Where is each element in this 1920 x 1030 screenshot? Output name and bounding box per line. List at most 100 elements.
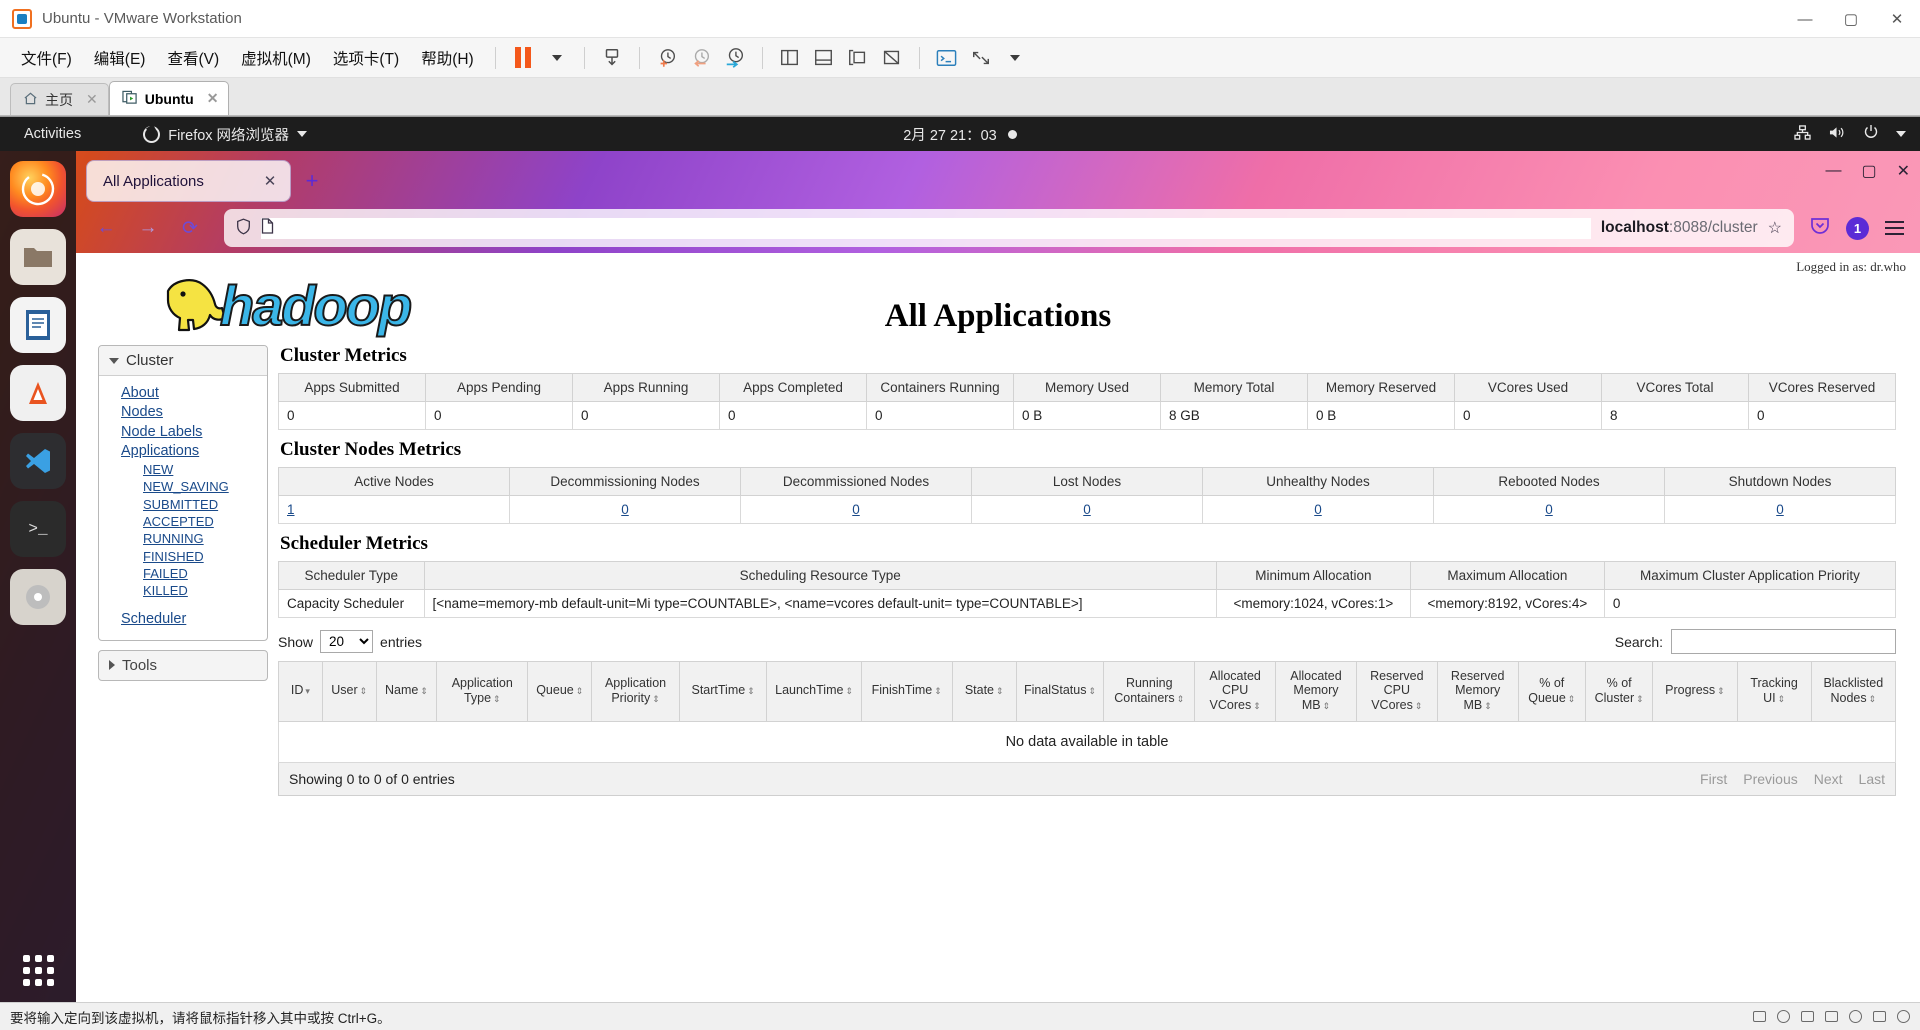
account-badge[interactable]: 1 (1846, 216, 1869, 240)
col-starttime[interactable]: StartTime ⇕ (678, 660, 768, 723)
sidebar-item-applications[interactable]: Applications (121, 442, 267, 461)
sound-card-icon[interactable] (1873, 1011, 1886, 1022)
rebooted-nodes-link[interactable]: 0 (1545, 502, 1553, 517)
expand-view-icon[interactable] (964, 43, 998, 73)
col-finishtime[interactable]: FinishTime ⇕ (860, 660, 953, 723)
chevron-down-icon[interactable] (1896, 131, 1906, 137)
col-percent-of-cluster[interactable]: % of Cluster ⇕ (1584, 660, 1654, 723)
unity-view-icon[interactable] (841, 43, 875, 73)
menu-view[interactable]: 查看(V) (156, 42, 230, 74)
search-input[interactable] (1671, 629, 1896, 654)
split-view-icon[interactable] (773, 43, 807, 73)
sidebar-item-node-labels[interactable]: Node Labels (121, 423, 267, 442)
back-button[interactable]: ← (88, 210, 124, 246)
col-allocated-memory-mb[interactable]: Allocated Memory MB ⇕ (1275, 660, 1357, 723)
power-dropdown-caret-icon[interactable] (540, 43, 574, 73)
maximize-button[interactable]: ▢ (1828, 0, 1874, 38)
new-tab-button[interactable]: + (295, 164, 329, 198)
snapshot-manager-icon[interactable] (718, 43, 752, 73)
tools-nav-panel[interactable]: Tools (98, 649, 268, 681)
col-id[interactable]: ID ▾ (278, 660, 323, 723)
snapshot-take-icon[interactable] (650, 43, 684, 73)
printer-icon[interactable] (1825, 1011, 1838, 1022)
sidebar-item-new[interactable]: NEW (143, 461, 267, 478)
menu-vm[interactable]: 虚拟机(M) (230, 42, 322, 74)
unhealthy-nodes-link[interactable]: 0 (1314, 502, 1322, 517)
hard-disk-icon[interactable] (1753, 1011, 1766, 1022)
vmware-tab-home[interactable]: 主页 ✕ (10, 83, 109, 115)
col-tracking-ui[interactable]: Tracking UI ⇕ (1736, 660, 1812, 723)
col-reserved-cpu-vcores[interactable]: Reserved CPU VCores ⇕ (1355, 660, 1438, 723)
dock-item-firefox[interactable] (10, 161, 66, 217)
sidebar-item-accepted[interactable]: ACCEPTED (143, 513, 267, 530)
page-first-button[interactable]: First (1700, 771, 1727, 787)
usb-icon[interactable] (1849, 1010, 1862, 1023)
display-icon[interactable] (1897, 1010, 1910, 1023)
volume-icon[interactable] (1828, 125, 1846, 144)
col-running-containers[interactable]: Running Containers ⇕ (1103, 660, 1196, 723)
decommissioned-nodes-link[interactable]: 0 (852, 502, 860, 517)
shield-icon[interactable] (236, 218, 251, 239)
dock-item-terminal[interactable]: >_ (10, 501, 66, 557)
col-state[interactable]: State ⇕ (951, 660, 1017, 723)
menu-help[interactable]: 帮助(H) (410, 42, 485, 74)
vmware-tab-ubuntu[interactable]: Ubuntu ✕ (108, 81, 230, 115)
browser-tab-all-applications[interactable]: All Applications ✕ (86, 160, 291, 202)
sidebar-item-submitted[interactable]: SUBMITTED (143, 496, 267, 513)
cd-drive-icon[interactable] (1777, 1010, 1790, 1023)
dock-item-ubuntu-software[interactable] (10, 365, 66, 421)
dock-item-show-applications[interactable] (22, 955, 54, 986)
col-blacklisted-nodes[interactable]: Blacklisted Nodes ⇕ (1810, 660, 1897, 723)
dock-item-vscode[interactable] (10, 433, 66, 489)
power-icon[interactable] (1863, 124, 1879, 144)
col-percent-of-queue[interactable]: % of Queue ⇕ (1517, 660, 1586, 723)
maximize-button[interactable]: ▢ (1861, 161, 1876, 181)
send-ctrl-alt-del-icon[interactable] (595, 43, 629, 73)
network-adapter-icon[interactable] (1801, 1011, 1814, 1022)
console-view-icon[interactable] (930, 43, 964, 73)
page-last-button[interactable]: Last (1859, 771, 1885, 787)
col-application-priority[interactable]: Application Priority ⇕ (591, 660, 680, 723)
sidebar-item-new-saving[interactable]: NEW_SAVING (143, 478, 267, 495)
close-icon[interactable]: ✕ (260, 172, 280, 190)
expand-dropdown-caret-icon[interactable] (998, 43, 1032, 73)
close-button[interactable]: ✕ (1897, 161, 1910, 181)
col-allocated-cpu-vcores[interactable]: Allocated CPU VCores ⇕ (1194, 660, 1277, 723)
sidebar-item-nodes[interactable]: Nodes (121, 403, 267, 422)
activities-button[interactable]: Activities (14, 123, 91, 145)
sidebar-item-killed[interactable]: KILLED (143, 582, 267, 599)
address-bar[interactable]: localhost:8088/cluster ☆ (224, 209, 1794, 247)
dock-item-files[interactable] (10, 229, 66, 285)
sidebar-item-running[interactable]: RUNNING (143, 530, 267, 547)
page-previous-button[interactable]: Previous (1743, 771, 1797, 787)
lost-nodes-link[interactable]: 0 (1083, 502, 1091, 517)
forward-button[interactable]: → (130, 210, 166, 246)
pause-button[interactable] (506, 43, 540, 73)
col-reserved-memory-mb[interactable]: Reserved Memory MB ⇕ (1436, 660, 1519, 723)
sidebar-item-failed[interactable]: FAILED (143, 565, 267, 582)
hamburger-menu-icon[interactable] (1885, 221, 1904, 235)
sidebar-item-scheduler[interactable]: Scheduler (121, 610, 267, 629)
minimize-button[interactable]: — (1825, 162, 1841, 180)
dock-item-libreoffice-writer[interactable] (10, 297, 66, 353)
page-info-icon[interactable] (261, 217, 1591, 239)
pocket-icon[interactable] (1810, 216, 1830, 240)
vmware-tab-close-icon[interactable]: ✕ (207, 90, 219, 107)
active-nodes-link[interactable]: 1 (287, 502, 295, 517)
col-user[interactable]: User ⇕ (321, 660, 377, 723)
shutdown-nodes-link[interactable]: 0 (1776, 502, 1784, 517)
decommissioning-nodes-link[interactable]: 0 (621, 502, 629, 517)
menu-tabs[interactable]: 选项卡(T) (322, 42, 410, 74)
bottom-panel-icon[interactable] (807, 43, 841, 73)
close-button[interactable]: ✕ (1874, 0, 1920, 38)
col-queue[interactable]: Queue ⇕ (527, 660, 593, 723)
gnome-system-tray[interactable] (1794, 124, 1906, 144)
dock-item-disc-drive[interactable] (10, 569, 66, 625)
minimize-button[interactable]: — (1782, 0, 1828, 38)
col-application-type[interactable]: Application Type ⇕ (436, 660, 529, 723)
col-progress[interactable]: Progress ⇕ (1652, 660, 1738, 723)
network-icon[interactable] (1794, 124, 1811, 144)
col-name[interactable]: Name ⇕ (375, 660, 438, 723)
vmware-tab-close-icon[interactable]: ✕ (86, 91, 98, 108)
cluster-nav-header[interactable]: Cluster (99, 346, 267, 376)
